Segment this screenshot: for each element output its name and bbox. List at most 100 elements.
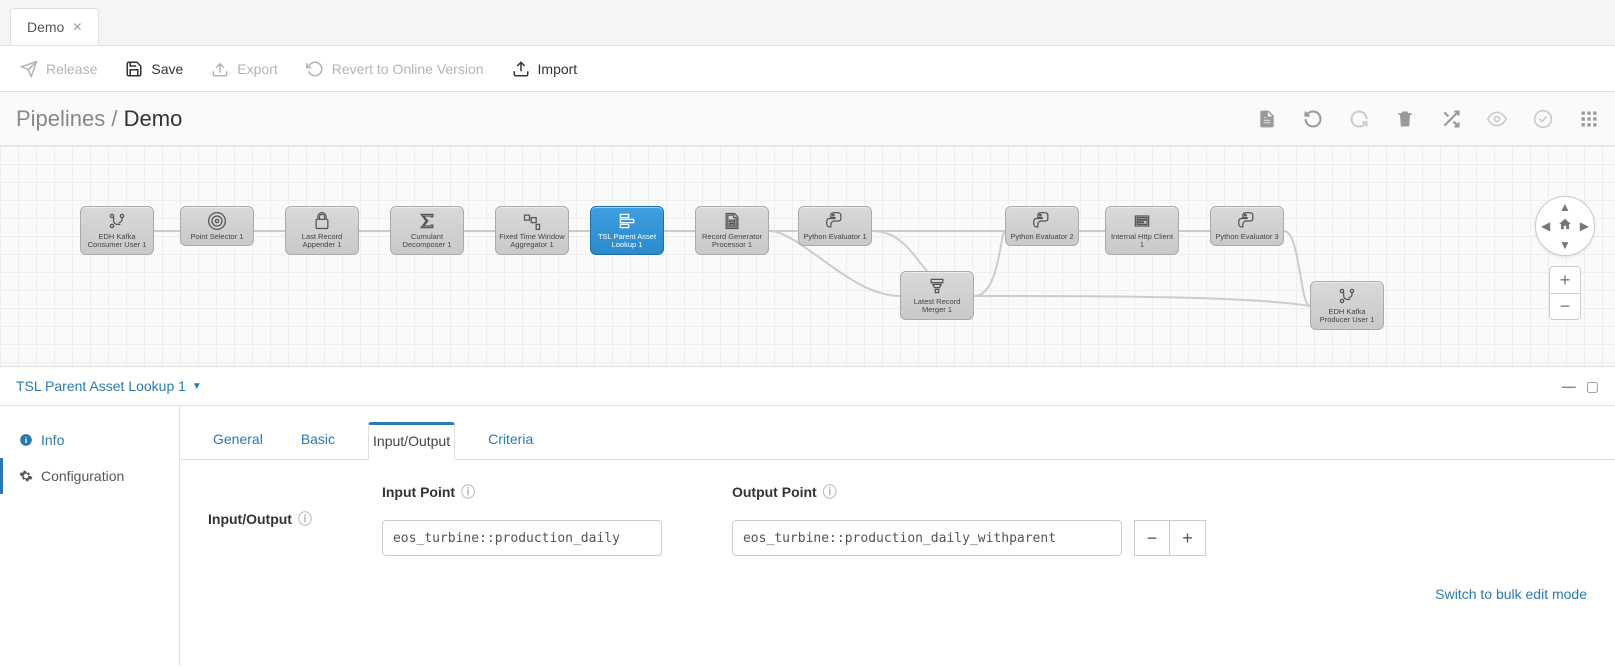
input-point-field[interactable] <box>382 520 662 556</box>
pan-down-icon[interactable]: ▼ <box>1559 238 1571 252</box>
info-icon[interactable]: ⓘ <box>461 482 475 502</box>
pipeline-node[interactable]: Python Evaluator 2 <box>1005 206 1079 246</box>
save-button[interactable]: Save <box>125 60 183 78</box>
node-icon <box>522 211 542 231</box>
node-label: Fixed Time Window Aggregator 1 <box>498 233 566 250</box>
chevron-down-icon: ▼ <box>192 381 202 392</box>
tab-criteria[interactable]: Criteria <box>483 422 538 459</box>
pipeline-node[interactable]: Last Record Appender 1 <box>285 206 359 255</box>
revert-label: Revert to Online Version <box>332 61 484 77</box>
pan-compass: ▲ ◀ ▶ ▼ <box>1535 196 1595 256</box>
node-label: Record Generator Processor 1 <box>698 233 766 250</box>
expand-icon[interactable]: ▢ <box>1586 378 1599 395</box>
revert-icon <box>306 60 324 78</box>
release-label: Release <box>46 61 97 77</box>
output-label-text: Output Point <box>732 484 817 500</box>
side-item-info[interactable]: i Info <box>0 422 179 458</box>
node-icon <box>207 211 227 231</box>
node-icon <box>722 211 742 231</box>
close-icon[interactable]: ✕ <box>72 20 82 34</box>
pipeline-canvas[interactable]: EDH Kafka Consumer User 1 Point Selector … <box>0 146 1615 366</box>
node-icon <box>825 211 845 231</box>
release-icon <box>20 60 38 78</box>
undo-icon[interactable] <box>1303 109 1323 129</box>
node-label: EDH Kafka Consumer User 1 <box>83 233 151 250</box>
tab-basic[interactable]: Basic <box>296 422 340 459</box>
node-icon <box>617 211 637 231</box>
breadcrumb: Pipelines / Demo <box>16 106 182 132</box>
import-icon <box>512 60 530 78</box>
info-icon[interactable]: ⓘ <box>298 509 312 529</box>
info-icon[interactable]: ⓘ <box>823 482 837 502</box>
zoom-in-button[interactable]: + <box>1550 267 1580 293</box>
gear-icon <box>19 469 33 483</box>
document-icon[interactable] <box>1257 109 1277 129</box>
node-label: Python Evaluator 2 <box>1010 233 1073 241</box>
side-item-label: Info <box>41 432 64 448</box>
output-point-field[interactable] <box>732 520 1122 556</box>
import-button[interactable]: Import <box>512 60 578 78</box>
export-button[interactable]: Export <box>211 60 277 78</box>
panel-title-dropdown[interactable]: TSL Parent Asset Lookup 1 ▼ <box>16 378 202 394</box>
redo-icon[interactable] <box>1349 109 1369 129</box>
document-tabs: Demo ✕ <box>0 0 1615 46</box>
pipeline-node[interactable]: Python Evaluator 1 <box>798 206 872 246</box>
pan-right-icon[interactable]: ▶ <box>1580 219 1589 233</box>
add-row-button[interactable]: + <box>1170 520 1206 556</box>
node-label: EDH Kafka Producer User 1 <box>1313 308 1381 325</box>
side-item-configuration[interactable]: Configuration <box>0 458 179 494</box>
release-button[interactable]: Release <box>20 60 97 78</box>
tab-input-output[interactable]: Input/Output <box>368 422 455 460</box>
eye-icon[interactable] <box>1487 109 1507 129</box>
pipeline-node[interactable]: Point Selector 1 <box>180 206 254 246</box>
node-label: Python Evaluator 1 <box>803 233 866 241</box>
node-icon <box>312 211 332 231</box>
config-tabs: General Basic Input/Output Criteria <box>180 406 1615 460</box>
export-label: Export <box>237 61 277 77</box>
input-label: Input Point ⓘ <box>382 482 662 502</box>
pipeline-node[interactable]: EDH Kafka Consumer User 1 <box>80 206 154 255</box>
toolbar: Release Save Export Revert to Online Ver… <box>0 46 1615 92</box>
bulk-edit-link[interactable]: Switch to bulk edit mode <box>180 578 1615 622</box>
node-icon <box>107 211 127 231</box>
save-label: Save <box>151 61 183 77</box>
node-icon <box>1132 211 1152 231</box>
revert-button[interactable]: Revert to Online Version <box>306 60 484 78</box>
panel-controls: — ▢ <box>1562 378 1599 395</box>
shuffle-icon[interactable] <box>1441 109 1461 129</box>
side-nav: i Info Configuration <box>0 406 180 666</box>
pipeline-node[interactable]: Cumulant Decomposer 1 <box>390 206 464 255</box>
tab-demo[interactable]: Demo ✕ <box>10 8 99 45</box>
pipeline-node[interactable]: TSL Parent Asset Lookup 1 <box>590 206 664 255</box>
input-column: Input Point ⓘ <box>382 482 662 556</box>
breadcrumb-current: Demo <box>124 106 183 131</box>
pan-up-icon[interactable]: ▲ <box>1559 200 1571 214</box>
zoom-out-button[interactable]: − <box>1550 293 1580 319</box>
pan-home-icon[interactable] <box>1558 217 1572 234</box>
info-icon: i <box>19 433 33 447</box>
pipeline-node[interactable]: Latest Record Merger 1 <box>900 271 974 320</box>
tab-general[interactable]: General <box>208 422 268 459</box>
pipeline-node[interactable]: Python Evaluator 3 <box>1210 206 1284 246</box>
form-area: Input/Output ⓘ Input Point ⓘ Output Poin… <box>180 460 1615 578</box>
pan-left-icon[interactable]: ◀ <box>1541 219 1550 233</box>
save-icon <box>125 60 143 78</box>
apps-icon[interactable] <box>1579 109 1599 129</box>
node-icon <box>927 276 947 296</box>
pipeline-node[interactable]: Internal Http Client 1 <box>1105 206 1179 255</box>
minimize-icon[interactable]: — <box>1562 378 1576 395</box>
output-column: Output Point ⓘ − + <box>732 482 1206 556</box>
export-icon <box>211 60 229 78</box>
detail-body: General Basic Input/Output Criteria Inpu… <box>180 406 1615 666</box>
trash-icon[interactable] <box>1395 109 1415 129</box>
pipeline-node[interactable]: Fixed Time Window Aggregator 1 <box>495 206 569 255</box>
pipeline-node[interactable]: Record Generator Processor 1 <box>695 206 769 255</box>
breadcrumb-root[interactable]: Pipelines <box>16 106 105 131</box>
node-icon <box>1032 211 1052 231</box>
remove-row-button[interactable]: − <box>1134 520 1170 556</box>
section-label: Input/Output ⓘ <box>208 482 312 556</box>
check-circle-icon[interactable] <box>1533 109 1553 129</box>
node-label: Last Record Appender 1 <box>288 233 356 250</box>
pipeline-node[interactable]: EDH Kafka Producer User 1 <box>1310 281 1384 330</box>
detail-panel: i Info Configuration General Basic Input… <box>0 406 1615 666</box>
